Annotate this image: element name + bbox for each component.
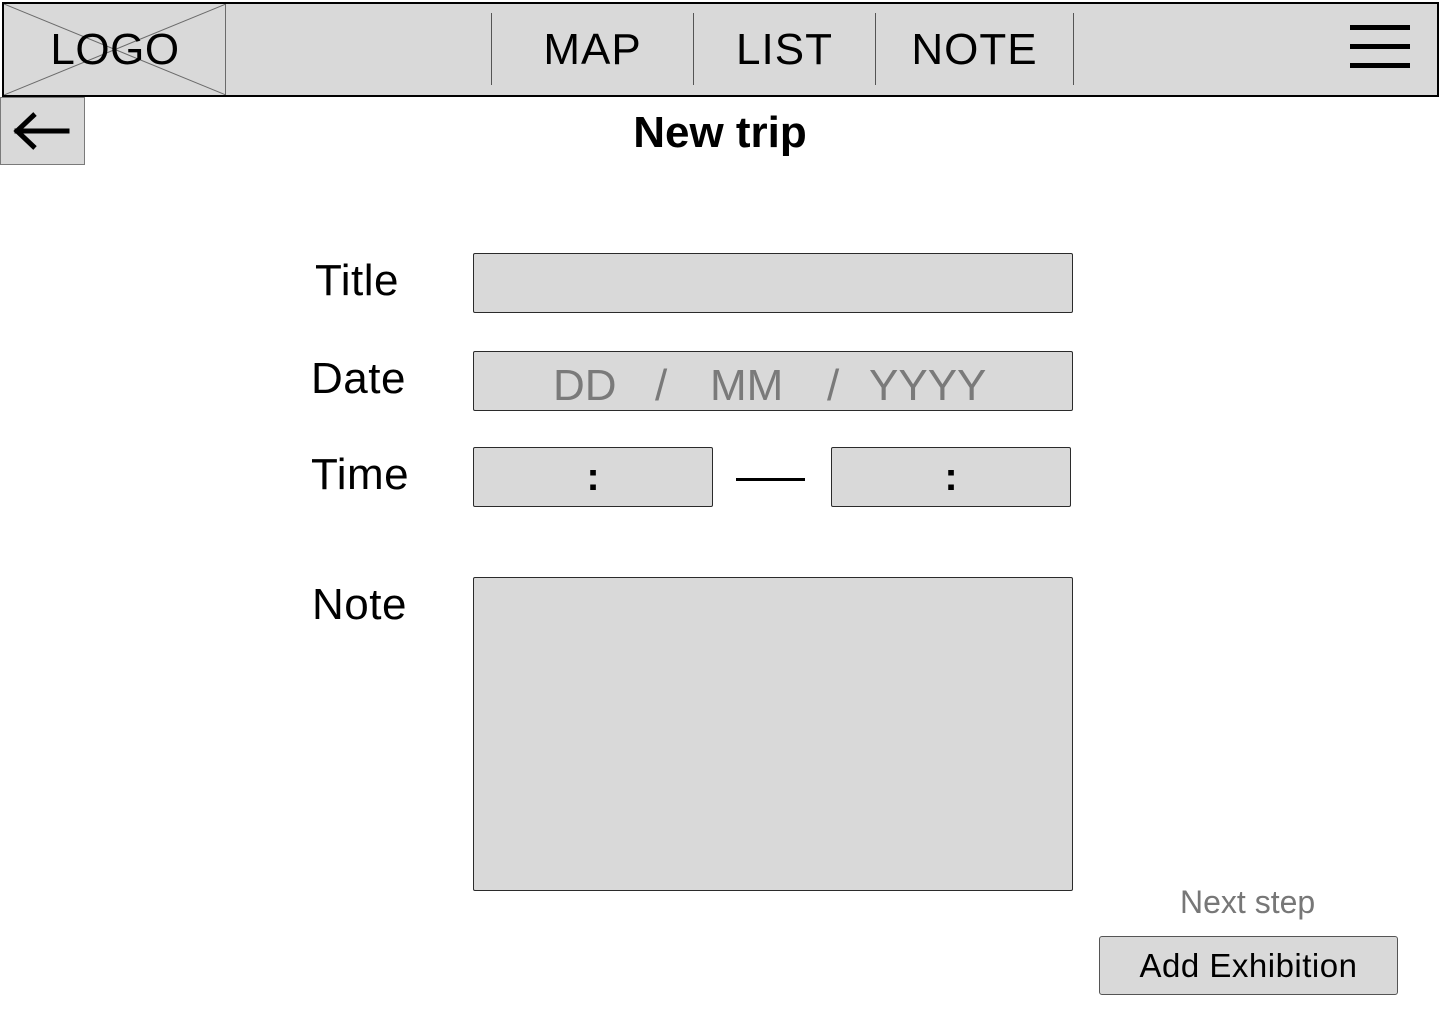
nav-item-note[interactable]: NOTE bbox=[876, 4, 1073, 95]
title-input[interactable] bbox=[473, 253, 1073, 313]
date-year-placeholder: YYYY bbox=[869, 361, 987, 410]
menu-bar bbox=[1350, 63, 1410, 68]
page-title: New trip bbox=[633, 108, 807, 157]
menu-bar bbox=[1350, 25, 1410, 30]
new-trip-page: LOGO MAP LIST NOTE New trip Title Date D… bbox=[0, 0, 1440, 1024]
nav-divider bbox=[1073, 13, 1074, 85]
next-step-caption: Next step bbox=[1180, 884, 1316, 920]
date-label: Date bbox=[311, 354, 406, 403]
date-input[interactable]: DD / MM / YYYY bbox=[473, 351, 1073, 411]
start-time-input[interactable]: : bbox=[473, 447, 713, 507]
time-colon: : bbox=[944, 455, 958, 499]
note-textarea[interactable] bbox=[473, 577, 1073, 891]
nav-item-map[interactable]: MAP bbox=[492, 4, 693, 95]
nav-item-list[interactable]: LIST bbox=[694, 4, 875, 95]
note-label: Note bbox=[312, 580, 407, 629]
date-separator: / bbox=[655, 361, 668, 410]
date-separator: / bbox=[827, 361, 840, 410]
hamburger-menu-icon[interactable] bbox=[1350, 23, 1412, 71]
top-navigation-bar: LOGO MAP LIST NOTE bbox=[2, 2, 1439, 97]
time-label: Time bbox=[311, 450, 410, 499]
time-colon: : bbox=[586, 455, 600, 499]
date-month-placeholder: MM bbox=[710, 361, 784, 410]
menu-bar bbox=[1350, 44, 1410, 49]
date-day-placeholder: DD bbox=[553, 361, 617, 410]
logo-placeholder[interactable]: LOGO bbox=[4, 4, 226, 95]
end-time-input[interactable]: : bbox=[831, 447, 1071, 507]
logo-text: LOGO bbox=[50, 25, 180, 74]
add-exhibition-button[interactable]: Add Exhibition bbox=[1099, 936, 1398, 995]
title-label: Title bbox=[315, 256, 399, 305]
time-range-dash bbox=[736, 478, 805, 481]
